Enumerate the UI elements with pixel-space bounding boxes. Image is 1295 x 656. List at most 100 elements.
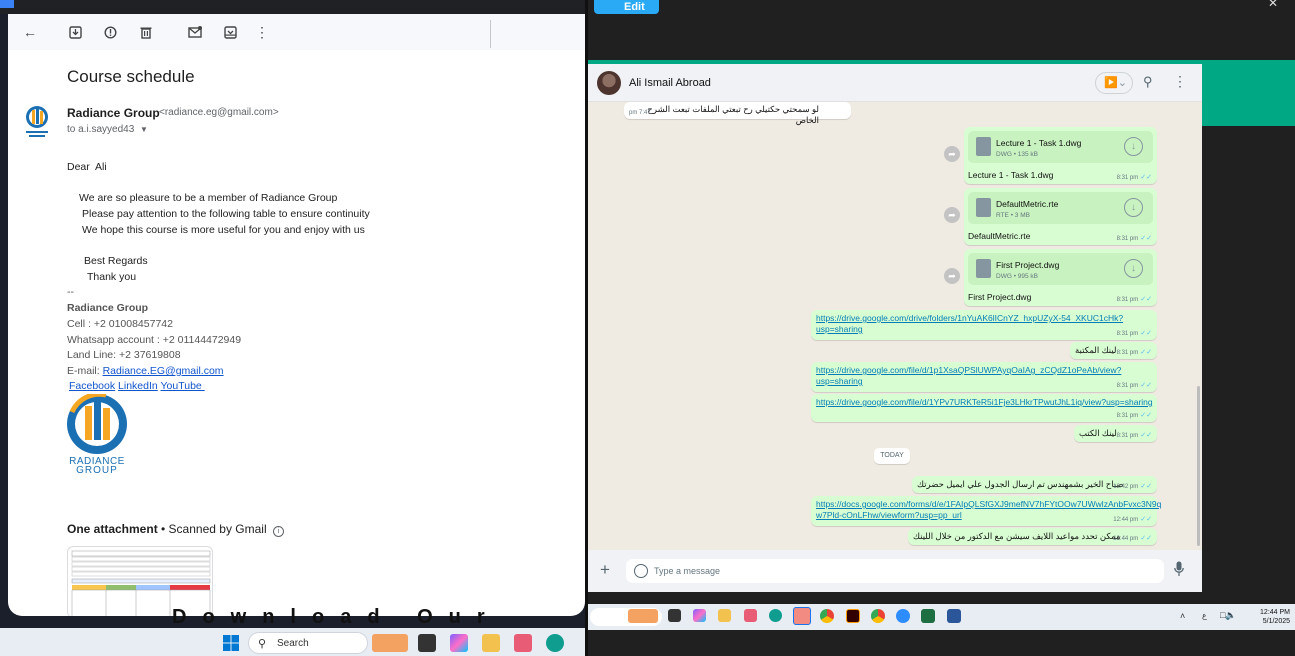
menu-icon[interactable]: ⋮ <box>1173 73 1187 91</box>
email-toolbar: ← ⋮ <box>8 14 585 50</box>
message-file[interactable]: First Project.dwg DWG • 995 kB ↓ First P… <box>964 249 1157 306</box>
drive-link[interactable]: https://drive.google.com/file/d/1YPv7URK… <box>816 397 1153 407</box>
drive-link-cont[interactable]: usp=sharing <box>816 376 863 386</box>
search-icon[interactable]: ⚲ <box>1143 74 1159 90</box>
contact-avatar[interactable] <box>597 71 621 95</box>
message-time: 8:31 pm <box>1116 383 1139 389</box>
language-icon[interactable]: ع <box>1202 611 1207 620</box>
system-clock[interactable]: 12:44 PM 5/1/2025 <box>1240 608 1290 626</box>
youtube-link[interactable]: YouTube <box>160 380 204 392</box>
message-link[interactable]: https://drive.google.com/drive/folders/1… <box>811 310 1157 340</box>
taskbar-search[interactable]: ⚲ Search <box>248 632 368 654</box>
message-input[interactable]: Type a message <box>626 559 1164 583</box>
drive-link[interactable]: https://drive.google.com/drive/folders/1… <box>816 313 1123 323</box>
copilot-icon[interactable] <box>450 634 468 652</box>
gmail-window: ← ⋮ Course schedule Radiance Group <radi… <box>0 0 585 656</box>
download-icon[interactable]: ↓ <box>1124 198 1143 217</box>
sender-email: <radiance.eg@gmail.com> <box>159 107 279 118</box>
message-list[interactable]: لو سمحتي حكتيلي رح تبعتي الملفات تبعت ال… <box>588 102 1202 550</box>
chrome-icon[interactable] <box>820 609 834 623</box>
forward-icon[interactable]: ➦ <box>944 207 960 223</box>
file-info: DWG • 995 kB <box>996 273 1039 280</box>
widget-icon[interactable] <box>628 609 658 623</box>
file-explorer-icon[interactable] <box>482 634 500 652</box>
file-card[interactable]: DefaultMetric.rte RTE • 3 MB ↓ <box>968 192 1153 224</box>
facebook-link[interactable]: Facebook <box>69 380 115 392</box>
message-text: صباح الخير بشمهندس تم ارسال الجدول علي ا… <box>917 479 1124 489</box>
radiance-logo: RADIANCE GROUP <box>66 391 132 476</box>
message-link[interactable]: https://drive.google.com/file/d/1p1XsaQP… <box>811 362 1157 392</box>
illustrator-icon[interactable] <box>846 609 860 623</box>
forward-icon[interactable]: ➦ <box>944 268 960 284</box>
excel-icon[interactable] <box>921 609 935 623</box>
email-view: ← ⋮ Course schedule Radiance Group <radi… <box>8 14 585 616</box>
widget-icon[interactable] <box>372 634 408 652</box>
chat-scrollbar[interactable] <box>1197 386 1200 546</box>
sender-avatar[interactable] <box>22 105 52 139</box>
attach-plus-icon[interactable]: + <box>600 560 616 580</box>
report-spam-icon[interactable] <box>100 22 120 42</box>
message-time-row: 12:44 pm ✓✓ <box>1113 515 1152 523</box>
task-view-icon[interactable] <box>668 609 681 622</box>
close-icon[interactable]: ✕ <box>1268 0 1278 10</box>
drive-link[interactable]: https://drive.google.com/file/d/1p1XsaQP… <box>816 365 1121 375</box>
more-options-icon[interactable]: ⋮ <box>252 22 272 42</box>
mark-unread-icon[interactable] <box>185 22 205 42</box>
message-link[interactable]: https://docs.google.com/forms/d/e/1FAIpQ… <box>811 496 1161 526</box>
sender-name[interactable]: Radiance Group <box>67 106 160 120</box>
back-arrow-icon[interactable]: ← <box>20 22 40 42</box>
file-card[interactable]: First Project.dwg DWG • 995 kB ↓ <box>968 253 1153 285</box>
form-link[interactable]: https://docs.google.com/forms/d/e/1FAIpQ… <box>816 499 1161 509</box>
word-icon[interactable] <box>947 609 961 623</box>
archive-icon[interactable] <box>65 22 85 42</box>
notepad-icon[interactable] <box>793 607 811 625</box>
download-icon[interactable]: ↓ <box>1124 137 1143 156</box>
body-line: We are so pleasure to be a member of Rad… <box>79 192 338 204</box>
message-file[interactable]: Lecture 1 - Task 1.dwg DWG • 135 kB ↓ Le… <box>964 127 1157 184</box>
file-explorer-icon[interactable] <box>718 609 731 622</box>
file-name: First Project.dwg <box>996 260 1060 270</box>
email-link[interactable]: Radiance.EG@gmail.com <box>103 365 224 377</box>
snipping-tool-icon[interactable] <box>514 634 532 652</box>
message-outgoing[interactable]: لينك الكتب 8:31 pm ✓✓ <box>1074 425 1157 442</box>
emoji-icon[interactable] <box>634 564 648 578</box>
message-outgoing[interactable]: ممكن تحدد مواعيد اللايف سيشن مع الدكتور … <box>908 528 1157 545</box>
message-time: 8:31 pm <box>1116 350 1139 356</box>
message-outgoing[interactable]: لينك المكتبة 8:31 pm ✓✓ <box>1070 342 1157 359</box>
edge-icon[interactable] <box>769 609 782 622</box>
chevron-down-icon[interactable]: ▼ <box>140 125 148 134</box>
drive-link-cont[interactable]: usp=sharing <box>816 324 863 334</box>
message-text: لينك المكتبة <box>1075 345 1117 355</box>
network-volume-icon[interactable]: □🔈 <box>1220 610 1237 621</box>
read-ticks-icon: ✓✓ <box>1140 516 1152 523</box>
linkedin-link[interactable]: LinkedIn <box>118 380 158 392</box>
contact-name[interactable]: Ali Ismail Abroad <box>629 77 711 89</box>
edge-icon[interactable] <box>546 634 564 652</box>
chevron-up-icon[interactable]: ˄ <box>1180 611 1185 621</box>
task-view-icon[interactable] <box>418 634 436 652</box>
delete-icon[interactable] <box>136 22 156 42</box>
closing: Best Regards <box>84 255 148 267</box>
edit-button[interactable]: Edit <box>594 0 659 14</box>
snipping-tool-icon[interactable] <box>744 609 757 622</box>
composer-bar: + Type a message <box>588 550 1202 592</box>
forward-icon[interactable]: ➦ <box>944 146 960 162</box>
recipient-details[interactable]: to a.i.sayyed43 ▼ <box>67 124 148 135</box>
move-to-icon[interactable] <box>220 22 240 42</box>
video-call-icon[interactable]: ▶️⌄ <box>1095 72 1133 94</box>
message-text: لو سمحتي حكتيلي رح تبعتي الملفات تبعت ال… <box>647 104 819 125</box>
download-icon[interactable]: ↓ <box>1124 259 1143 278</box>
form-link-cont[interactable]: w7Pld-cOnLFhw/viewform?usp=pp_url <box>816 510 962 520</box>
message-incoming[interactable]: لو سمحتي حكتيلي رح تبعتي الملفات تبعت ال… <box>624 102 851 125</box>
message-outgoing[interactable]: صباح الخير بشمهندس تم ارسال الجدول علي ا… <box>912 476 1157 493</box>
windows-start-icon[interactable] <box>222 634 240 652</box>
document-icon <box>976 259 991 278</box>
message-file[interactable]: DefaultMetric.rte RTE • 3 MB ↓ DefaultMe… <box>964 188 1157 245</box>
chrome-profile-icon[interactable] <box>871 609 885 623</box>
microphone-icon[interactable] <box>1174 561 1186 579</box>
zoom-icon[interactable] <box>896 609 910 623</box>
message-link[interactable]: https://drive.google.com/file/d/1YPv7URK… <box>811 394 1157 422</box>
copilot-icon[interactable] <box>693 609 706 622</box>
file-card[interactable]: Lecture 1 - Task 1.dwg DWG • 135 kB ↓ <box>968 131 1153 163</box>
info-icon[interactable]: i <box>272 526 284 537</box>
